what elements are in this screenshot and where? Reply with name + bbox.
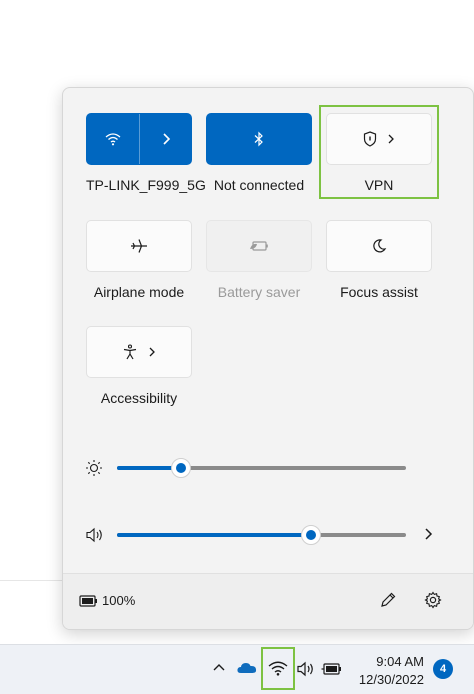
- battery-saver-icon: [249, 239, 269, 253]
- brightness-slider-thumb[interactable]: [171, 458, 191, 478]
- bluetooth-tile[interactable]: [206, 113, 312, 165]
- bluetooth-icon: [253, 131, 265, 147]
- volume-row: [85, 523, 435, 547]
- notification-badge[interactable]: 4: [433, 659, 453, 679]
- focus-assist-tile-label: Focus assist: [340, 284, 418, 300]
- speaker-icon[interactable]: [296, 660, 316, 678]
- vpn-tile[interactable]: [326, 113, 432, 165]
- focus-assist-tile[interactable]: [326, 220, 432, 272]
- audio-output-chevron-icon[interactable]: [423, 527, 433, 541]
- moon-icon: [371, 238, 387, 254]
- sun-icon: [85, 459, 103, 477]
- accessibility-tile-cell: Accessibility: [86, 326, 192, 406]
- airplane-mode-tile[interactable]: [86, 220, 192, 272]
- quick-settings-footer: 100%: [63, 573, 473, 629]
- chevron-right-icon: [148, 346, 156, 358]
- onedrive-icon[interactable]: [236, 660, 258, 674]
- volume-slider-fill: [117, 533, 311, 537]
- quick-settings-panel: TP-LINK_F999_5G Not connected VPN Airpla…: [62, 87, 474, 630]
- accessibility-tile-label: Accessibility: [100, 390, 178, 406]
- chevron-up-icon[interactable]: [212, 662, 226, 672]
- gear-icon[interactable]: [424, 591, 442, 609]
- chevron-right-icon: [161, 132, 171, 146]
- system-clock[interactable]: 9:04 AM 12/30/2022: [359, 653, 424, 689]
- wifi-toggle-button[interactable]: [87, 114, 139, 164]
- vpn-tile-label: VPN: [364, 177, 394, 193]
- vpn-tile-cell: VPN: [326, 113, 432, 193]
- accessibility-icon: [122, 344, 138, 360]
- wifi-tile-cell: TP-LINK_F999_5G: [86, 113, 206, 193]
- bluetooth-tile-label: Not connected: [213, 177, 305, 193]
- airplane-tile-cell: Airplane mode: [86, 220, 192, 300]
- airplane-tile-label: Airplane mode: [93, 284, 185, 300]
- airplane-icon: [130, 238, 148, 254]
- battery-icon[interactable]: [79, 594, 99, 608]
- shield-icon: [363, 131, 377, 147]
- clock-date: 12/30/2022: [358, 672, 424, 687]
- battery-icon[interactable]: [321, 661, 343, 677]
- volume-slider-thumb[interactable]: [301, 525, 321, 545]
- volume-slider[interactable]: [117, 525, 406, 545]
- brightness-slider[interactable]: [117, 458, 406, 478]
- chevron-right-icon: [387, 133, 395, 145]
- wifi-icon[interactable]: [268, 660, 288, 676]
- battery-saver-tile-cell: Battery saver: [206, 220, 312, 300]
- brightness-row: [85, 456, 435, 480]
- wifi-icon: [105, 132, 121, 146]
- battery-saver-tile[interactable]: [206, 220, 312, 272]
- battery-percentage: 100%: [102, 593, 136, 608]
- taskbar: 9:04 AM 12/30/2022 4: [0, 644, 474, 694]
- bluetooth-tile-cell: Not connected: [206, 113, 312, 193]
- background-divider: [0, 580, 70, 581]
- wifi-tile-label: TP-LINK_F999_5G: [86, 177, 206, 193]
- clock-time: 9:04 AM: [376, 654, 424, 669]
- speaker-icon[interactable]: [85, 526, 105, 544]
- wifi-tile: [86, 113, 192, 165]
- pencil-icon[interactable]: [379, 591, 397, 609]
- accessibility-tile[interactable]: [86, 326, 192, 378]
- wifi-networks-button[interactable]: [140, 114, 192, 164]
- focus-assist-tile-cell: Focus assist: [326, 220, 432, 300]
- battery-saver-tile-label: Battery saver: [217, 284, 301, 300]
